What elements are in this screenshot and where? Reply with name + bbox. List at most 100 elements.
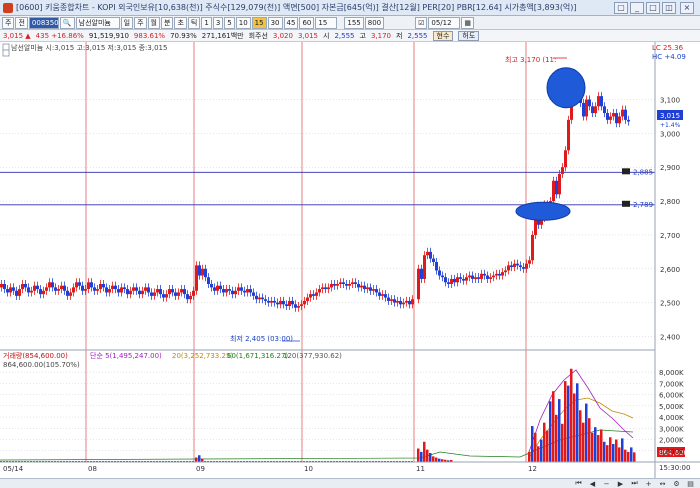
period-tick[interactable]: 틱 [187, 16, 201, 29]
candle-body [96, 289, 99, 291]
volume-bar [540, 439, 543, 462]
candle-body [372, 289, 375, 291]
settings-icon[interactable]: ⚙ [671, 480, 682, 488]
candle-body [447, 282, 450, 284]
minimize-button[interactable]: _ [630, 2, 644, 14]
candle-body [135, 287, 138, 291]
candle-body [393, 299, 396, 303]
count-input[interactable]: 155 [344, 16, 364, 29]
candle-body [159, 289, 162, 295]
candle-body [30, 290, 33, 293]
volume-bar [423, 441, 426, 462]
candle-body [75, 282, 78, 288]
candle-body [513, 263, 516, 268]
restore-button[interactable]: ◫ [662, 2, 676, 14]
candle-body [345, 284, 348, 286]
candle-body [588, 99, 591, 107]
stock-code-input[interactable]: 008350 [28, 16, 59, 29]
volume-bar [426, 449, 429, 462]
date-input[interactable]: 05/12 [428, 16, 461, 29]
candle-body [99, 284, 102, 290]
price-panel-title: 남선알미늄 시:3,015 고:3,015 저:3,015 종:3,015 [11, 43, 167, 52]
candle-body [423, 255, 426, 279]
price-panel-toggle[interactable] [2, 49, 10, 57]
x-tick-label: 11 [416, 465, 425, 473]
volume-bar [597, 435, 600, 462]
candle-body [396, 300, 399, 303]
candle-body [609, 116, 612, 120]
hline-flag-icon [622, 200, 630, 207]
candle-body [369, 287, 372, 291]
volume-bar [588, 418, 591, 462]
price-panel-checkbox[interactable] [2, 43, 10, 51]
interval-15[interactable]: 15 [251, 16, 267, 29]
period-day[interactable]: 일 [120, 16, 134, 29]
candle-body [501, 272, 504, 276]
prev-icon[interactable]: ◀ [587, 480, 598, 488]
interval-10[interactable]: 10 [235, 16, 251, 29]
search-icon[interactable]: 🔍 [59, 16, 75, 29]
high-circle-marker [546, 67, 586, 109]
volume-bar [573, 393, 576, 462]
candle-body [387, 297, 390, 301]
stock-name-field[interactable]: 남선알미늄 [75, 16, 120, 29]
current-price-change: +1.4% [660, 122, 681, 129]
candle-body [180, 289, 183, 293]
period-month[interactable]: 월 [147, 16, 160, 29]
interval-1[interactable]: 1 [201, 16, 212, 29]
candle-body [330, 284, 333, 288]
maximize-button[interactable]: □ [646, 2, 660, 14]
toolbar-item-1[interactable]: 전 [15, 16, 28, 29]
interval-60[interactable]: 60 [299, 16, 315, 29]
interval-3[interactable]: 3 [212, 16, 224, 29]
toolbar: 주 전 008350 🔍 남선알미늄 일 주 월 분 초 틱 1 3 5 10 … [0, 16, 700, 30]
title-bar: [0600] 키움종합차트 - KOPI 외국인보유[10,638(천)] 주식… [0, 0, 700, 16]
candle-body [528, 260, 531, 264]
high-price: 3,170 [370, 31, 392, 40]
candle-body [42, 290, 45, 295]
close-button[interactable]: × [680, 2, 694, 14]
checkbox-icon[interactable]: ☑ [415, 16, 428, 29]
candle-body [15, 290, 18, 296]
order-button[interactable]: 허도 [458, 30, 480, 41]
calendar-icon[interactable]: ▦ [461, 16, 475, 29]
zoom-out-icon[interactable]: − [601, 480, 612, 488]
x-tick-label: 09 [196, 465, 205, 473]
interval-select[interactable]: 15 [315, 16, 338, 29]
volume-bar [576, 383, 579, 462]
candle-body [522, 267, 525, 269]
candle-body [429, 251, 432, 259]
hline-flag-icon [622, 168, 630, 175]
interval-5[interactable]: 5 [224, 16, 235, 29]
display-count[interactable]: 800 [364, 16, 385, 29]
period-minute[interactable]: 분 [160, 16, 174, 29]
window-list-icon[interactable]: ▤ [685, 480, 696, 488]
next-icon[interactable]: ▶ [615, 480, 626, 488]
pin-button[interactable]: ▢ [614, 2, 628, 14]
pan-icon[interactable]: ↔ [657, 480, 668, 488]
candle-body [171, 289, 174, 293]
period-second[interactable]: 초 [174, 16, 187, 29]
toolbar-item-0[interactable]: 주 [2, 16, 15, 29]
candle-body [336, 284, 339, 286]
candle-body [474, 277, 477, 279]
candle-body [264, 299, 267, 301]
current-quote-button[interactable]: 현수 [432, 30, 454, 41]
zoom-in-icon[interactable]: + [643, 480, 654, 488]
chart-area[interactable]: 2,885 2,789 남선알미늄 시:3,015 고:3,015 저:3,015… [0, 42, 700, 480]
interval-45[interactable]: 45 [283, 16, 299, 29]
candle-body [237, 287, 240, 291]
volume-tick-label: 7,000K [659, 380, 684, 388]
last-page-icon[interactable]: ⏭ [629, 479, 640, 488]
candle-body [432, 258, 435, 262]
volume-tick-label: 4,000K [659, 414, 684, 422]
volume-bar [615, 439, 618, 462]
candle-body [384, 294, 387, 298]
first-page-icon[interactable]: ⏮ [573, 479, 584, 488]
candle-body [294, 304, 297, 308]
period-week[interactable]: 주 [134, 16, 147, 29]
volume-ma60-label: 60(1,671,316.27) [227, 352, 288, 360]
candle-body [207, 277, 210, 284]
interval-30[interactable]: 30 [267, 16, 283, 29]
candle-body [600, 96, 603, 107]
